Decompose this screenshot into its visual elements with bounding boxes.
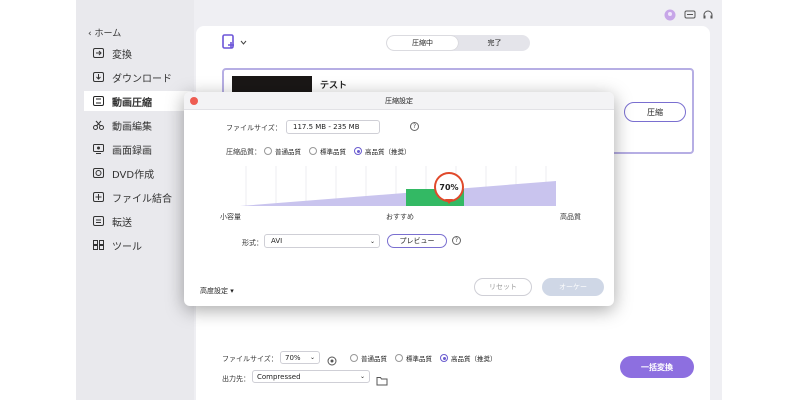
chevron-down-icon: ⌄: [359, 373, 365, 380]
compress-settings-dialog: 圧縮設定 ファイルサイズ： 117.5 MB - 235 MB ? 圧縮品質： …: [184, 92, 614, 306]
slider-fill: [240, 181, 556, 206]
bottom-filesize-value: 70%: [285, 353, 301, 362]
slider-thumb-pointer: [445, 199, 453, 204]
advanced-label: 高度設定: [200, 287, 228, 295]
slider-right-label: 高品質: [560, 213, 581, 221]
sidebar-item-label: ファイル結合: [112, 193, 172, 205]
dialog-quality-radios: 普通品質 標準品質 高品質（推奨）: [264, 146, 419, 156]
sidebar: ‹ ホーム 変換 ダウンロード 動画圧縮 動画編集 画面録画 DVD作成 ファイ…: [76, 0, 194, 400]
tab-compressing[interactable]: 圧縮中: [387, 36, 458, 50]
dialog-quality-standard[interactable]: 標準品質: [309, 146, 346, 156]
radio-icon: [264, 147, 272, 155]
settings-icon[interactable]: [326, 352, 338, 371]
status-tabs: 圧縮中 完了: [386, 35, 530, 51]
format-label: 形式：: [242, 239, 263, 247]
compress-button[interactable]: 圧縮: [624, 102, 686, 122]
radio-label: 標準品質: [320, 148, 346, 156]
sidebar-item-label: 変換: [112, 49, 132, 61]
sidebar-item-record[interactable]: 画面録画: [84, 139, 192, 159]
radio-icon: [395, 354, 403, 362]
help-icon[interactable]: ?: [452, 236, 461, 245]
format-select[interactable]: AVI ⌄: [264, 234, 380, 248]
slider-mid-label: おすすめ: [386, 213, 414, 221]
radio-selected-icon: [354, 147, 362, 155]
output-label: 出力先：: [222, 375, 250, 383]
radio-label: 普通品質: [275, 148, 301, 156]
transfer-icon: [90, 216, 106, 226]
chevron-down-icon: ▾: [230, 287, 234, 295]
bottom-quality-radios: 普通品質 標準品質 高品質（推奨）: [350, 353, 505, 363]
format-value: AVI: [271, 237, 283, 245]
screen-record-icon: [90, 144, 106, 154]
chevron-down-icon: ⌄: [309, 354, 315, 361]
sidebar-item-dvd[interactable]: DVD作成: [84, 163, 192, 183]
back-label: ホーム: [94, 29, 122, 39]
sidebar-item-label: 転送: [112, 217, 132, 229]
sidebar-item-merge[interactable]: ファイル結合: [84, 187, 192, 207]
slider-left-label: 小容量: [220, 213, 241, 221]
dialog-quality-label: 圧縮品質：: [226, 148, 261, 156]
dialog-filesize-field: 117.5 MB - 235 MB: [286, 120, 380, 134]
folder-icon[interactable]: [376, 371, 388, 390]
tab-done[interactable]: 完了: [459, 35, 530, 51]
reset-button[interactable]: リセット: [474, 278, 532, 296]
sidebar-item-download[interactable]: ダウンロード: [84, 67, 192, 87]
sidebar-item-label: ダウンロード: [112, 73, 172, 85]
bottom-quality-standard[interactable]: 標準品質: [395, 353, 432, 363]
dialog-quality-high[interactable]: 高品質（推奨）: [354, 146, 411, 156]
advanced-settings-toggle[interactable]: 高度設定 ▾: [200, 286, 234, 296]
sidebar-item-edit[interactable]: 動画編集: [84, 115, 192, 135]
dialog-filesize-label: ファイルサイズ：: [226, 124, 282, 132]
compress-icon: [90, 96, 106, 106]
radio-label: 高品質（推奨）: [451, 355, 497, 363]
sidebar-item-tools[interactable]: ツール: [84, 235, 192, 255]
avatar-icon[interactable]: [664, 6, 676, 21]
radio-label: 普通品質: [361, 355, 387, 363]
back-home-link[interactable]: ‹ ホーム: [88, 26, 121, 39]
download-icon: [90, 72, 106, 82]
slider-percent: 70%: [439, 182, 459, 192]
file-title: テスト: [320, 81, 348, 91]
radio-icon: [350, 354, 358, 362]
preview-button[interactable]: プレビュー: [387, 234, 447, 248]
radio-icon: [309, 147, 317, 155]
sidebar-item-label: DVD作成: [112, 169, 155, 181]
ok-button[interactable]: オーケー: [542, 278, 604, 296]
convert-icon: [90, 48, 106, 58]
output-value: Compressed: [257, 372, 301, 381]
disc-icon: [90, 168, 106, 178]
help-icon[interactable]: ?: [410, 122, 419, 131]
bottom-quality-high[interactable]: 高品質（推奨）: [440, 353, 497, 363]
dialog-quality-normal[interactable]: 普通品質: [264, 146, 301, 156]
sidebar-item-compress[interactable]: 動画圧縮: [84, 91, 192, 111]
sidebar-item-label: ツール: [112, 241, 142, 253]
add-file-icon[interactable]: [222, 34, 248, 54]
scissors-icon: [90, 120, 106, 130]
headset-icon[interactable]: [702, 6, 714, 19]
chevron-down-icon: ⌄: [369, 237, 375, 245]
radio-label: 標準品質: [406, 355, 432, 363]
quality-slider[interactable]: [226, 162, 556, 208]
bottom-filesize-select[interactable]: 70% ⌄: [280, 351, 320, 364]
sidebar-item-label: 動画編集: [112, 121, 152, 133]
convert-all-button[interactable]: 一括変換: [620, 356, 694, 378]
message-icon[interactable]: [684, 6, 696, 19]
sidebar-item-label: 動画圧縮: [112, 97, 152, 109]
bottom-filesize-label: ファイルサイズ：: [222, 355, 278, 363]
sidebar-item-label: 画面録画: [112, 145, 152, 157]
bottom-quality-normal[interactable]: 普通品質: [350, 353, 387, 363]
radio-selected-icon: [440, 354, 448, 362]
dialog-close-icon[interactable]: [190, 97, 198, 105]
sidebar-item-convert[interactable]: 変換: [84, 43, 192, 63]
radio-label: 高品質（推奨）: [365, 148, 411, 156]
sidebar-item-transfer[interactable]: 転送: [84, 211, 192, 231]
output-select[interactable]: Compressed ⌄: [252, 370, 370, 383]
merge-icon: [90, 192, 106, 202]
toolbox-icon: [90, 240, 106, 250]
dialog-filesize-value: 117.5 MB - 235 MB: [293, 123, 360, 131]
dialog-title: 圧縮設定: [184, 92, 614, 110]
slider-thumb[interactable]: 70%: [434, 172, 464, 202]
